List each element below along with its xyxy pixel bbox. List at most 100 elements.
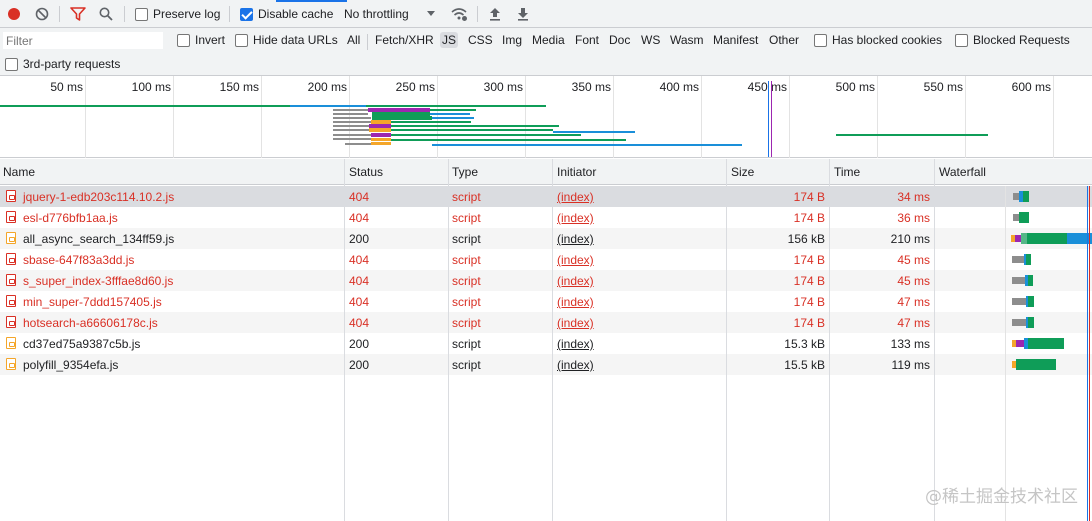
blocked-cookies-box[interactable] [814,33,827,47]
type-filter-wasm[interactable]: Wasm [668,32,706,48]
column-header-time[interactable]: Time [834,165,860,179]
filter-bar: Invert Hide data URLs All Fetch/XHR JS C… [0,28,1092,76]
preserve-log-checkbox[interactable]: Preserve log [135,7,220,21]
filter-icon[interactable] [67,3,89,25]
request-initiator[interactable]: (index) [557,253,594,267]
request-size: 174 B [793,190,825,204]
overview-bar [371,138,391,141]
waterfall-bar [1013,191,1031,202]
request-name: all_async_search_134ff59.js [23,232,175,246]
request-initiator[interactable]: (index) [557,190,594,204]
column-header-status[interactable]: Status [349,165,383,179]
table-row[interactable]: hotsearch-a66606178c.js 404 script (inde… [0,312,1092,333]
request-time: 119 ms [891,358,930,372]
waterfall-load-marker [1089,186,1090,521]
column-divider[interactable] [726,159,727,521]
script-file-icon [6,232,16,244]
preserve-log-box[interactable] [135,7,148,21]
request-status: 404 [349,274,370,288]
table-row[interactable]: cd37ed75a9387c5b.js 200 script (index) 1… [0,333,1092,354]
timeline-tick-label: 600 ms [1011,80,1051,94]
column-header-type[interactable]: Type [452,165,478,179]
type-filter-doc[interactable]: Doc [607,32,632,48]
disable-cache-box[interactable] [240,7,253,21]
blocked-requests-box[interactable] [955,33,968,47]
type-filter-img[interactable]: Img [500,32,524,48]
type-filter-css[interactable]: CSS [466,32,495,48]
overview-bar [290,105,366,107]
request-initiator[interactable]: (index) [557,337,594,351]
search-icon[interactable] [95,3,117,25]
type-filter-all[interactable]: All [345,32,362,48]
overview-bar [333,113,368,115]
overview-bar [371,133,391,137]
request-initiator[interactable]: (index) [557,211,594,225]
main-toolbar: Preserve log Disable cache No throttling [0,0,1092,28]
hide-data-urls-box[interactable] [235,33,248,47]
waterfall-bar [1011,233,1092,244]
column-divider[interactable] [829,159,830,521]
script-file-icon [6,358,16,370]
request-name: jquery-1-edb203c114.10.2.js [23,190,175,204]
table-row[interactable]: all_async_search_134ff59.js 200 script (… [0,228,1092,249]
table-row[interactable]: esl-d776bfb1aa.js 404 script (index) 174… [0,207,1092,228]
hide-data-urls-checkbox[interactable]: Hide data URLs [235,33,338,47]
timeline-tick-label: 400 ms [659,80,699,94]
waterfall-bar [1012,338,1066,349]
request-initiator[interactable]: (index) [557,316,594,330]
column-divider[interactable] [552,159,553,521]
third-party-checkbox[interactable]: 3rd-party requests [5,57,120,71]
type-filter-manifest[interactable]: Manifest [711,32,760,48]
timeline-tick-label: 300 ms [483,80,523,94]
table-row[interactable]: jquery-1-edb203c114.10.2.js 404 script (… [0,186,1092,207]
type-filter-media[interactable]: Media [530,32,567,48]
clear-icon[interactable] [31,3,53,25]
overview-timeline[interactable]: 50 ms 100 ms 150 ms 200 ms 250 ms 300 ms… [0,76,1092,158]
request-type: script [452,232,481,246]
column-divider[interactable] [934,159,935,521]
wifi-gear-icon[interactable] [448,3,470,25]
request-size: 156 kB [787,232,825,246]
table-row[interactable]: sbase-647f83a3dd.js 404 script (index) 1… [0,249,1092,270]
request-initiator[interactable]: (index) [557,232,594,246]
type-filter-font[interactable]: Font [573,32,601,48]
table-row[interactable]: polyfill_9354efa.js 200 script (index) 1… [0,354,1092,375]
request-status: 200 [349,337,370,351]
request-initiator[interactable]: (index) [557,274,594,288]
request-time: 45 ms [897,274,930,288]
type-filter-ws[interactable]: WS [639,32,662,48]
record-icon[interactable] [3,3,25,25]
overview-bar [432,117,474,119]
type-filter-js[interactable]: JS [440,32,459,48]
column-header-size[interactable]: Size [731,165,754,179]
column-header-waterfall[interactable]: Waterfall [939,165,986,179]
column-divider[interactable] [448,159,449,521]
column-header-name[interactable]: Name [3,165,35,179]
invert-box[interactable] [177,33,190,47]
timeline-gridline [85,76,86,158]
column-divider[interactable] [344,159,345,521]
disable-cache-checkbox[interactable]: Disable cache [240,7,333,21]
request-initiator[interactable]: (index) [557,358,594,372]
upload-icon[interactable] [484,3,506,25]
invert-checkbox[interactable]: Invert [177,33,225,47]
column-header-initiator[interactable]: Initiator [557,165,596,179]
type-filter-fetch-xhr[interactable]: Fetch/XHR [373,32,436,48]
third-party-box[interactable] [5,57,18,71]
table-row[interactable]: min_super-7ddd157405.js 404 script (inde… [0,291,1092,312]
disable-cache-label: Disable cache [258,7,334,21]
table-row[interactable]: s_super_index-3fffae8d60.js 404 script (… [0,270,1092,291]
request-type: script [452,274,481,288]
blocked-cookies-label: Has blocked cookies [832,33,943,47]
throttling-select[interactable]: No throttling [344,7,436,21]
filter-input[interactable] [2,31,164,50]
waterfall-gridline [1005,186,1006,521]
blocked-requests-checkbox[interactable]: Blocked Requests [955,33,1070,47]
type-filter-other[interactable]: Other [767,32,801,48]
download-icon[interactable] [512,3,534,25]
blocked-cookies-checkbox[interactable]: Has blocked cookies [814,33,942,47]
script-file-icon [6,253,16,265]
request-initiator[interactable]: (index) [557,295,594,309]
request-name: esl-d776bfb1aa.js [23,211,118,225]
request-status: 404 [349,316,370,330]
